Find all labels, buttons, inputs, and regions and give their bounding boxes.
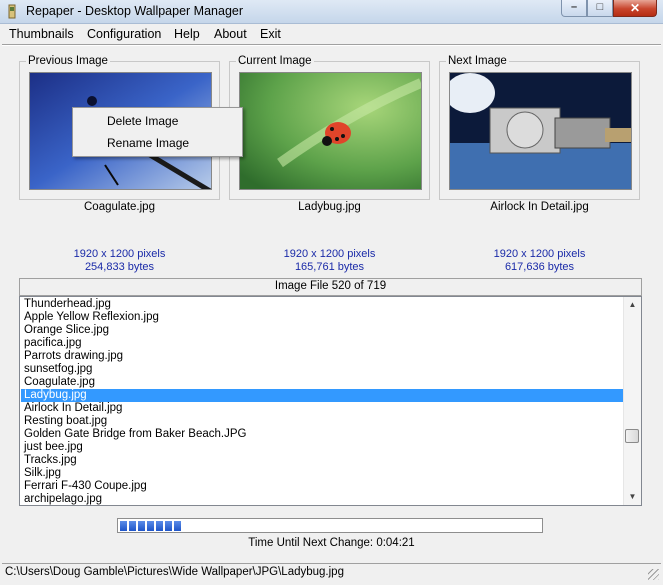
scroll-up-icon[interactable]: ▲	[624, 298, 641, 312]
minimize-button[interactable]: –	[561, 0, 587, 17]
list-item[interactable]: Apple Yellow Reflexion.jpg	[21, 311, 623, 324]
current-image-info: 1920 x 1200 pixels 165,761 bytes	[229, 248, 430, 274]
menu-bar: Thumbnails Configuration Help About Exit	[2, 25, 661, 44]
current-image-size: 165,761 bytes	[294, 261, 365, 273]
progress-block	[129, 521, 136, 531]
next-image-panel: Next Image	[439, 55, 640, 200]
status-path: C:\Users\Doug Gamble\Pictures\Wide Wallp…	[5, 566, 344, 578]
progress-block	[120, 521, 127, 531]
list-item[interactable]: Coagulate.jpg	[21, 376, 623, 389]
list-item[interactable]: pacifica.jpg	[21, 337, 623, 350]
menu-help[interactable]: Help	[174, 27, 200, 41]
maximize-button[interactable]: □	[587, 0, 613, 17]
list-item[interactable]: just bee.jpg	[21, 441, 623, 454]
next-image-thumbnail[interactable]	[449, 72, 632, 190]
menu-about[interactable]: About	[214, 27, 247, 41]
next-image-dimensions: 1920 x 1200 pixels	[493, 248, 586, 260]
previous-image-label: Previous Image	[26, 55, 110, 67]
list-item[interactable]: Ladybug.jpg	[21, 389, 623, 402]
progress-block	[147, 521, 154, 531]
previous-image-dimensions: 1920 x 1200 pixels	[73, 248, 166, 260]
close-button[interactable]: ✕	[613, 0, 657, 17]
maximize-icon: □	[596, 1, 604, 13]
previous-image-info: 1920 x 1200 pixels 254,833 bytes	[19, 248, 220, 274]
next-image-info: 1920 x 1200 pixels 617,636 bytes	[439, 248, 640, 274]
list-item[interactable]: Resting boat.jpg	[21, 415, 623, 428]
progress-block	[165, 521, 172, 531]
countdown-label: Time Until Next Change: 0:04:21	[248, 537, 415, 549]
title-bar[interactable]: Repaper - Desktop Wallpaper Manager – □ …	[0, 0, 663, 24]
previous-image-size: 254,833 bytes	[84, 261, 155, 273]
progress-block	[138, 521, 145, 531]
list-item[interactable]: Tracks.jpg	[21, 454, 623, 467]
current-image-panel: Current Image	[229, 55, 430, 200]
window-title: Repaper - Desktop Wallpaper Manager	[26, 4, 244, 18]
current-image-label: Current Image	[236, 55, 314, 67]
list-item[interactable]: Silk.jpg	[21, 467, 623, 480]
next-image-filename: Airlock In Detail.jpg	[490, 201, 589, 213]
list-item[interactable]: Thunderhead.jpg	[21, 298, 623, 311]
list-item[interactable]: archipelago.jpg	[21, 493, 623, 505]
next-image-size: 617,636 bytes	[504, 261, 575, 273]
current-image-filename: Ladybug.jpg	[298, 201, 361, 213]
file-list[interactable]: Thunderhead.jpg Apple Yellow Reflexion.jp…	[19, 296, 642, 506]
menu-configuration[interactable]: Configuration	[87, 27, 161, 41]
context-menu: Delete Image Rename Image	[72, 107, 243, 157]
previous-image-filename: Coagulate.jpg	[84, 201, 155, 213]
context-delete-image[interactable]: Delete Image	[107, 114, 178, 128]
next-image-label: Next Image	[446, 55, 509, 67]
app-window: Repaper - Desktop Wallpaper Manager – □ …	[0, 0, 663, 585]
image-counter: Image File 520 of 719	[19, 278, 642, 296]
caption-buttons: – □ ✕	[561, 0, 657, 18]
countdown-progress-bar	[117, 518, 543, 533]
close-icon: ✕	[629, 1, 641, 15]
list-item[interactable]: Ferrari F-430 Coupe.jpg	[21, 480, 623, 493]
status-bar: C:\Users\Doug Gamble\Pictures\Wide Wallp…	[2, 563, 661, 581]
scroll-down-icon[interactable]: ▼	[624, 490, 641, 504]
list-item[interactable]: Orange Slice.jpg	[21, 324, 623, 337]
scroll-thumb[interactable]	[625, 429, 639, 443]
resize-grip-icon[interactable]	[648, 569, 659, 580]
context-rename-image[interactable]: Rename Image	[107, 136, 189, 150]
list-item[interactable]: Golden Gate Bridge from Baker Beach.JPG	[21, 428, 623, 441]
progress-block	[174, 521, 181, 531]
vertical-scrollbar[interactable]: ▲ ▼	[623, 297, 641, 505]
menu-exit[interactable]: Exit	[260, 27, 281, 41]
list-item[interactable]: Parrots drawing.jpg	[21, 350, 623, 363]
list-item[interactable]: sunsetfog.jpg	[21, 363, 623, 376]
minimize-icon: –	[570, 1, 578, 13]
menu-thumbnails[interactable]: Thumbnails	[9, 27, 74, 41]
current-image-thumbnail[interactable]	[239, 72, 422, 190]
current-image-dimensions: 1920 x 1200 pixels	[283, 248, 376, 260]
progress-block	[156, 521, 163, 531]
app-icon	[8, 4, 16, 19]
list-item[interactable]: Airlock In Detail.jpg	[21, 402, 623, 415]
